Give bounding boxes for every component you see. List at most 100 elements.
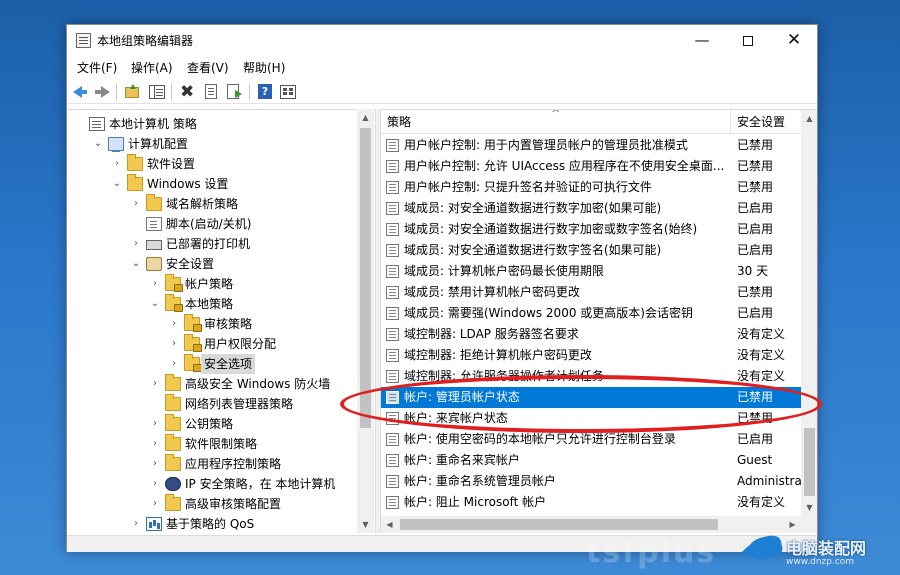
column-header-policy[interactable]: ^ 策略	[381, 110, 731, 134]
close-button[interactable]: ✕	[771, 25, 817, 55]
scroll-down-icon[interactable]: ▼	[801, 499, 817, 516]
scroll-thumb[interactable]	[804, 428, 815, 496]
tree-node[interactable]: 脚本(启动/关机)	[67, 214, 357, 234]
tree-node[interactable]: › 用户权限分配	[67, 334, 357, 354]
menu-view[interactable]: 查看(V)	[187, 59, 229, 76]
back-button[interactable]	[71, 83, 89, 101]
help-button[interactable]: ?	[256, 83, 274, 101]
console-tree-icon	[149, 85, 165, 99]
chevron-right-icon[interactable]: ›	[149, 374, 161, 394]
chevron-right-icon[interactable]: ›	[130, 194, 142, 214]
chevron-right-icon[interactable]: ›	[130, 514, 142, 533]
tree-node[interactable]: › 应用程序控制策略	[67, 454, 357, 474]
chevron-right-icon[interactable]: ›	[168, 354, 180, 374]
policy-setting-icon	[386, 265, 399, 278]
list-horizontal-scrollbar[interactable]: ◀ ▶	[381, 516, 801, 533]
chevron-right-icon[interactable]: ›	[111, 154, 123, 174]
chevron-right-icon[interactable]: ›	[149, 474, 161, 494]
chevron-right-icon[interactable]: ›	[149, 434, 161, 454]
scroll-up-icon[interactable]: ▲	[801, 110, 817, 127]
column-header-security-setting[interactable]: 安全设置	[731, 110, 801, 134]
tree-node[interactable]: › 高级安全 Windows 防火墙	[67, 374, 357, 394]
chevron-right-icon[interactable]: ›	[149, 414, 161, 434]
chevron-down-icon[interactable]: ⌄	[149, 294, 161, 314]
policy-setting-icon	[386, 139, 399, 152]
tree-node[interactable]: ⌄ 计算机配置	[67, 134, 357, 154]
policy-row[interactable]: 域成员: 需要强(Windows 2000 或更高版本)会话密钥 已启用	[381, 303, 801, 324]
policy-row[interactable]: 用户帐户控制: 用于内置管理员帐户的管理员批准模式 已禁用	[381, 135, 801, 156]
watermark-url: www.dnzp.com	[786, 557, 855, 567]
tree-node[interactable]: › 公钥策略	[67, 414, 357, 434]
policy-row[interactable]: 域控制器: LDAP 服务器签名要求 没有定义	[381, 324, 801, 345]
tree-node[interactable]: › 软件设置	[67, 154, 357, 174]
policy-row[interactable]: 帐户: 来宾帐户状态 已禁用	[381, 408, 801, 429]
maximize-button[interactable]	[725, 25, 771, 55]
tree-node-label: 公钥策略	[185, 417, 234, 431]
policy-row[interactable]: 域成员: 对安全通道数据进行数字签名(如果可能) 已启用	[381, 240, 801, 261]
policy-row[interactable]: 域成员: 计算机帐户密码最长使用期限 30 天	[381, 261, 801, 282]
policy-row[interactable]: 域成员: 禁用计算机帐户密码更改 已禁用	[381, 282, 801, 303]
list-vertical-scrollbar[interactable]: ▲ ▼	[801, 110, 817, 516]
policy-row[interactable]: 域控制器: 拒绝计算机帐户密码更改 没有定义	[381, 345, 801, 366]
sort-ascending-icon: ^	[551, 109, 561, 120]
scroll-down-icon[interactable]: ▼	[357, 516, 374, 533]
scroll-thumb[interactable]	[400, 519, 718, 530]
tree-node[interactable]: › 已部署的打印机	[67, 234, 357, 254]
chevron-right-icon[interactable]: ›	[168, 334, 180, 354]
up-folder-button[interactable]	[123, 83, 141, 101]
tree-node[interactable]: 本地计算机 策略	[67, 114, 357, 134]
chevron-down-icon[interactable]: ⌄	[111, 174, 123, 194]
policy-setting-icon	[386, 223, 399, 236]
tree-node[interactable]: › 审核策略	[67, 314, 357, 334]
forward-button[interactable]	[93, 83, 111, 101]
policy-row[interactable]: 用户帐户控制: 允许 UIAccess 应用程序在不使用安全桌面... 已禁用	[381, 156, 801, 177]
tree-node[interactable]: 网络列表管理器策略	[67, 394, 357, 414]
menu-file[interactable]: 文件(F)	[77, 59, 117, 76]
tree-vertical-scrollbar[interactable]: ▲ ▼	[357, 109, 374, 533]
policy-name: 域成员: 需要强(Windows 2000 或更高版本)会话密钥	[404, 306, 693, 320]
chevron-down-icon[interactable]: ⌄	[130, 254, 142, 274]
scroll-up-icon[interactable]: ▲	[357, 109, 374, 126]
chevron-right-icon[interactable]: ›	[168, 314, 180, 334]
policy-name: 帐户: 使用空密码的本地帐户只允许进行控制台登录	[404, 432, 676, 446]
tree-node[interactable]: ⌄ 本地策略	[67, 294, 357, 314]
tree-node[interactable]: › 基于策略的 QoS	[67, 514, 357, 533]
tree-node-label: 已部署的打印机	[166, 237, 251, 251]
tree-node[interactable]: ⌄ 安全设置	[67, 254, 357, 274]
minimize-button[interactable]: —	[679, 25, 725, 55]
tree-node[interactable]: › IP 安全策略，在 本地计算机	[67, 474, 357, 494]
chevron-down-icon[interactable]: ⌄	[92, 134, 104, 154]
chevron-right-icon[interactable]: ›	[149, 274, 161, 294]
scroll-thumb[interactable]	[360, 128, 371, 428]
chevron-right-icon[interactable]: ›	[149, 494, 161, 514]
policy-setting-icon	[386, 496, 399, 509]
menu-help[interactable]: 帮助(H)	[243, 59, 285, 76]
tree-node[interactable]: › 域名解析策略	[67, 194, 357, 214]
show-hide-action-pane-button[interactable]	[279, 83, 297, 101]
policy-row[interactable]: 帐户: 管理员帐户状态 已禁用	[381, 387, 801, 408]
policy-row[interactable]: 帐户: 使用空密码的本地帐户只允许进行控制台登录 已启用	[381, 429, 801, 450]
export-list-button[interactable]	[225, 83, 243, 101]
chevron-right-icon[interactable]: ›	[149, 454, 161, 474]
tree-node-label: 本地策略	[185, 297, 234, 311]
show-hide-tree-button[interactable]	[148, 83, 166, 101]
delete-button[interactable]: ✖	[178, 83, 196, 101]
scroll-left-icon[interactable]: ◀	[381, 516, 398, 533]
tree-node-label: 应用程序控制策略	[185, 457, 282, 471]
policy-row[interactable]: 域控制器: 允许服务器操作者计划任务 没有定义	[381, 366, 801, 387]
tree-node[interactable]: › 安全选项	[67, 354, 357, 374]
policy-row[interactable]: 帐户: 重命名系统管理员帐户 Administrator	[381, 471, 801, 492]
policy-row[interactable]: 用户帐户控制: 只提升签名并验证的可执行文件 已禁用	[381, 177, 801, 198]
policy-row[interactable]: 域成员: 对安全通道数据进行数字加密(如果可能) 已启用	[381, 198, 801, 219]
policy-row[interactable]: 帐户: 阻止 Microsoft 帐户 没有定义	[381, 492, 801, 513]
tree-node[interactable]: › 高级审核策略配置	[67, 494, 357, 514]
tree-node[interactable]: ⌄ Windows 设置	[67, 174, 357, 194]
tree-node[interactable]: › 帐户策略	[67, 274, 357, 294]
policy-row[interactable]: 域成员: 对安全通道数据进行数字加密或数字签名(始终) 已启用	[381, 219, 801, 240]
menu-action[interactable]: 操作(A)	[131, 59, 173, 76]
tree-node[interactable]: › 软件限制策略	[67, 434, 357, 454]
chevron-right-icon[interactable]: ›	[130, 234, 142, 254]
policy-row[interactable]: 帐户: 重命名来宾帐户 Guest	[381, 450, 801, 471]
properties-button[interactable]	[202, 83, 220, 101]
locked-folder-icon	[165, 274, 183, 292]
